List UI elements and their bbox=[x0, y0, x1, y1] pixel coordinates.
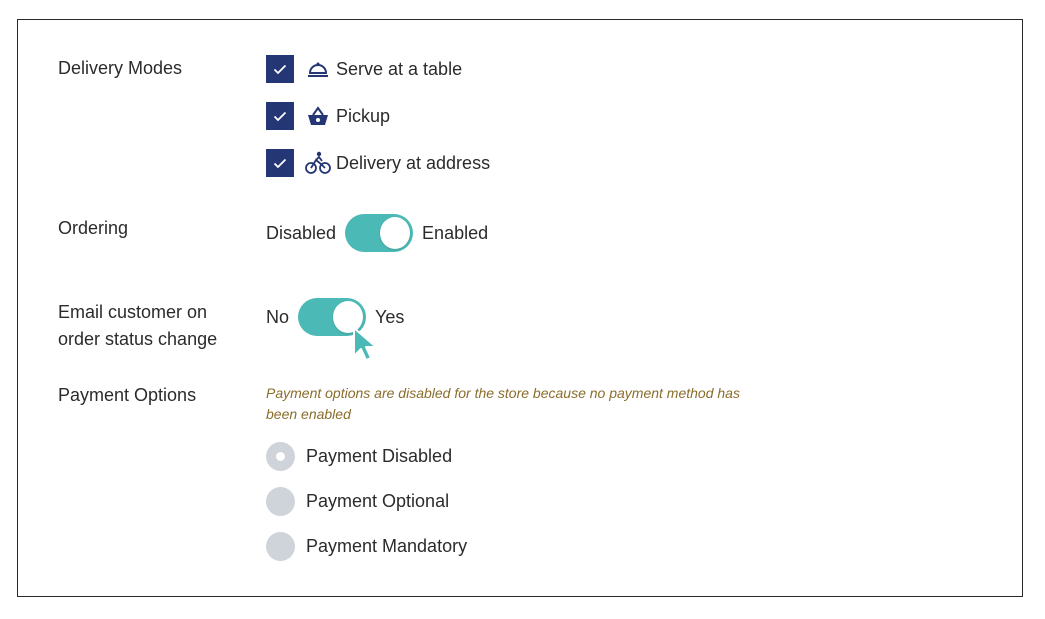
payment-option-mandatory[interactable]: Payment Mandatory bbox=[266, 532, 467, 561]
payment-option-optional[interactable]: Payment Optional bbox=[266, 487, 449, 516]
toggle-knob bbox=[380, 217, 411, 249]
ordering-control: Disabled Enabled bbox=[266, 214, 488, 252]
serve-at-table-label: Serve at a table bbox=[336, 58, 463, 79]
payment-optional-label: Payment Optional bbox=[306, 491, 450, 511]
delivery-modes-label: Delivery Modes bbox=[58, 58, 183, 78]
payment-mandatory-label: Payment Mandatory bbox=[306, 536, 468, 556]
pickup-checkbox[interactable] bbox=[266, 102, 294, 130]
ordering-off-label: Disabled bbox=[266, 222, 337, 243]
ordering-on-label: Enabled bbox=[422, 222, 489, 243]
payment-disabled-note: Payment options are disabled for the sto… bbox=[266, 385, 740, 422]
delivery-mode-serve-at-table[interactable]: Serve at a table bbox=[266, 55, 462, 83]
cloche-icon bbox=[304, 55, 332, 83]
pickup-label: Pickup bbox=[336, 105, 391, 126]
delivery-mode-address[interactable]: Delivery at address bbox=[266, 149, 490, 177]
mouse-pointer-icon bbox=[353, 327, 377, 361]
delivery-at-address-label: Delivery at address bbox=[336, 152, 491, 173]
payment-mandatory-radio[interactable] bbox=[266, 532, 295, 561]
email-notify-control: No Yes bbox=[266, 298, 404, 336]
payment-disabled-label: Payment Disabled bbox=[306, 446, 453, 466]
email-customer-label-line1: Email customer on bbox=[58, 302, 208, 322]
store-settings-panel: Delivery Modes Serve at a table Pickup D… bbox=[17, 19, 1023, 597]
email-customer-label: Email customer on order status change bbox=[58, 299, 217, 353]
bicycle-icon bbox=[304, 149, 332, 177]
email-notify-on-label: Yes bbox=[375, 306, 405, 327]
payment-option-disabled[interactable]: Payment Disabled bbox=[266, 442, 452, 471]
payment-optional-radio[interactable] bbox=[266, 487, 295, 516]
serve-at-table-checkbox[interactable] bbox=[266, 55, 294, 83]
email-customer-label-line2: order status change bbox=[58, 329, 218, 349]
payment-disabled-radio[interactable] bbox=[266, 442, 295, 471]
checkmark-icon bbox=[273, 64, 287, 74]
delivery-mode-pickup[interactable]: Pickup bbox=[266, 102, 390, 130]
checkmark-icon bbox=[273, 111, 287, 121]
ordering-toggle[interactable] bbox=[345, 214, 414, 252]
radio-selected-dot bbox=[276, 452, 285, 461]
basket-icon bbox=[304, 102, 332, 130]
email-notify-off-label: No bbox=[266, 306, 290, 327]
payment-options-label: Payment Options bbox=[58, 385, 197, 405]
ordering-label: Ordering bbox=[58, 218, 129, 238]
delivery-at-address-checkbox[interactable] bbox=[266, 149, 294, 177]
checkmark-icon bbox=[273, 158, 287, 168]
